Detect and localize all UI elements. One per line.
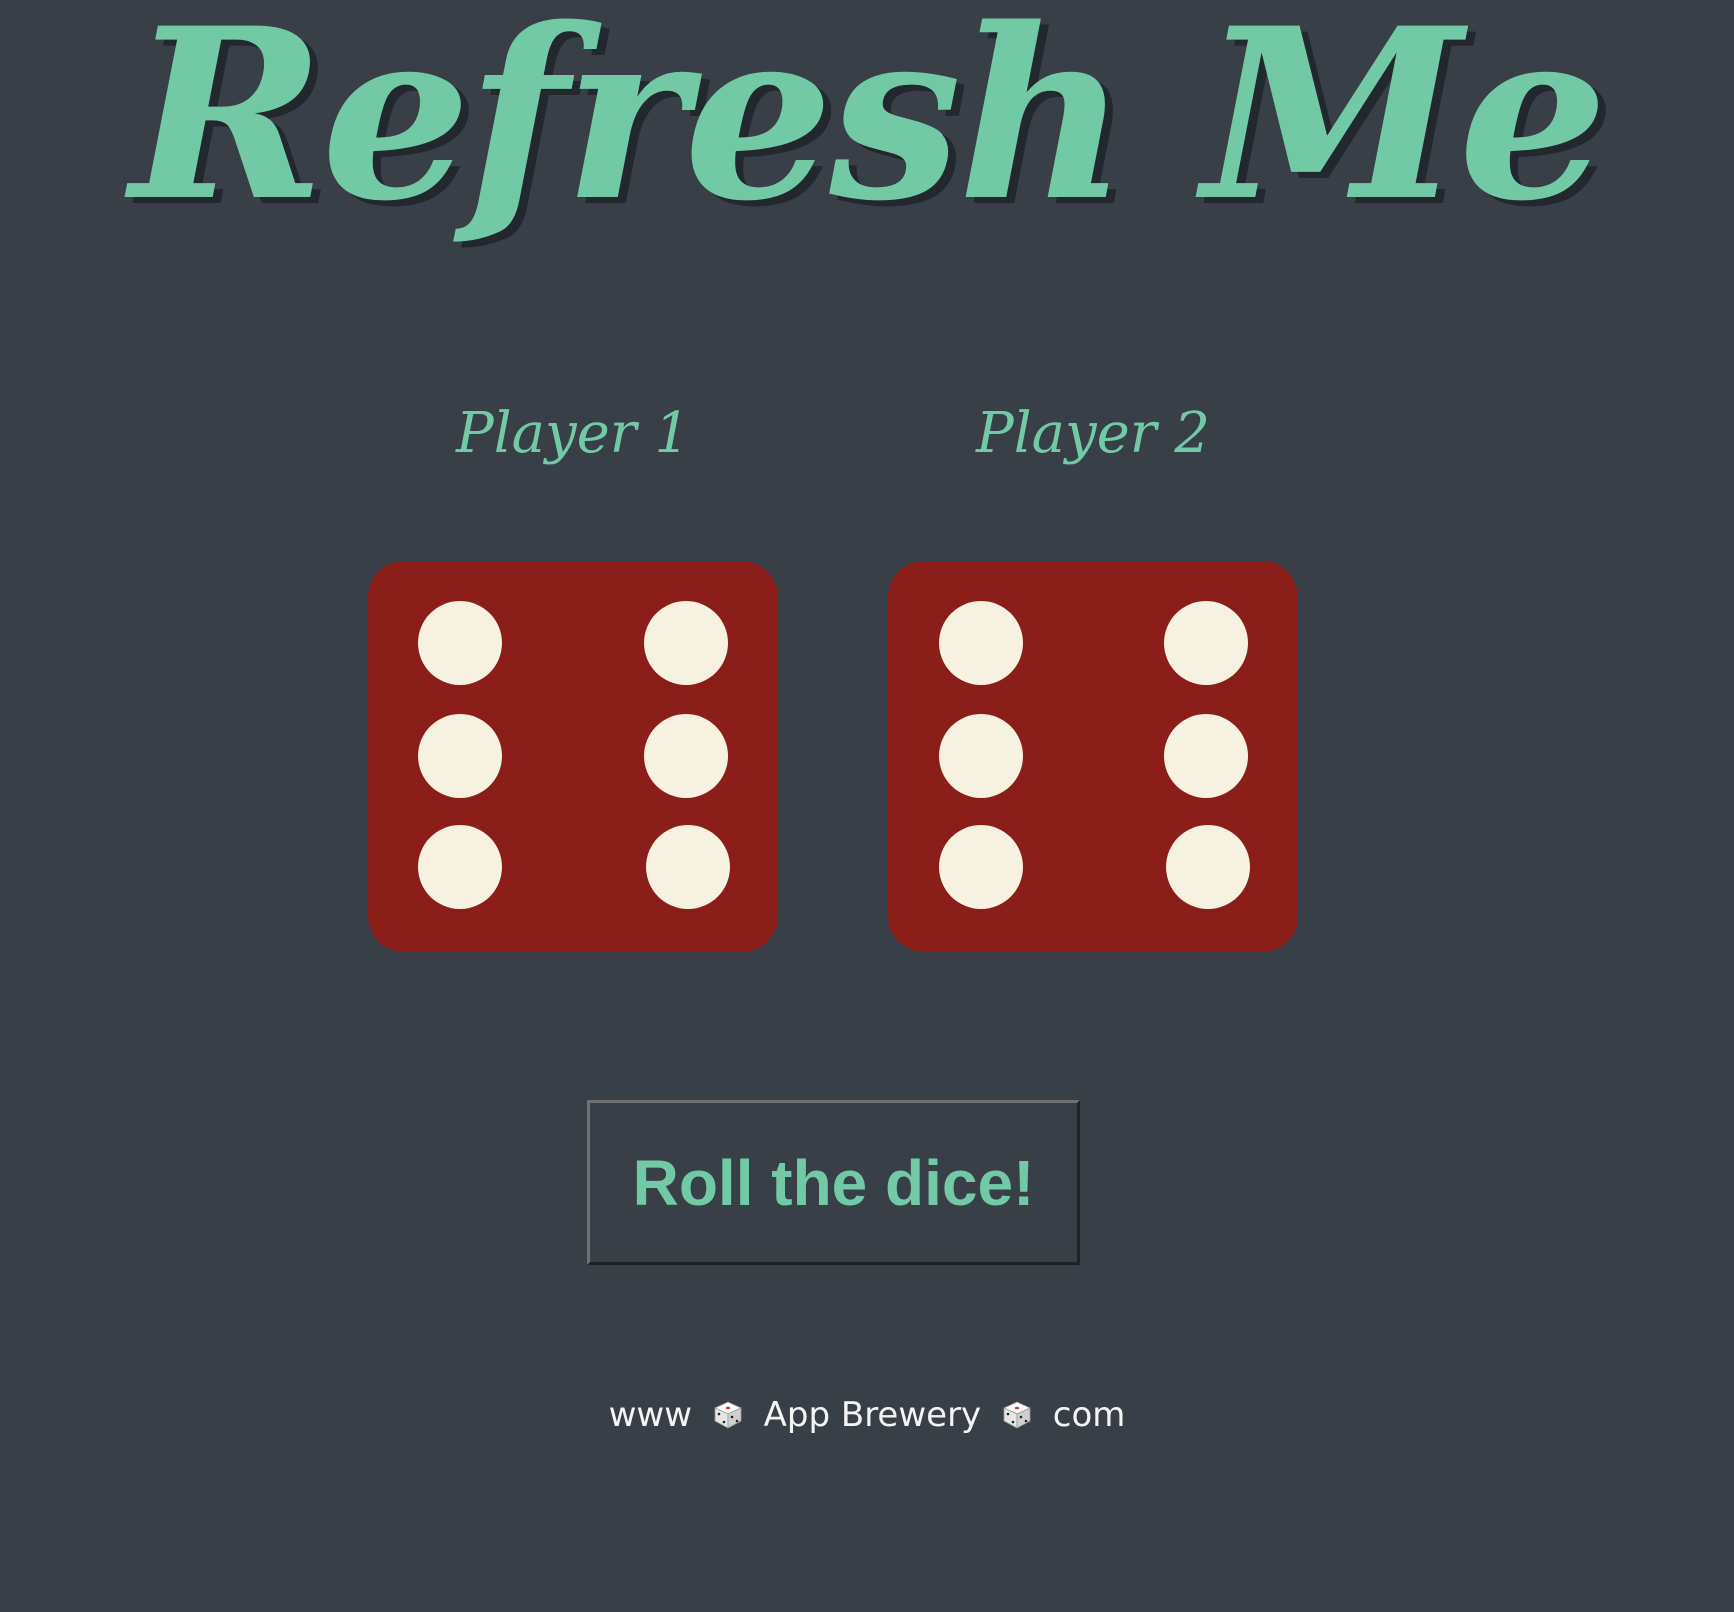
die-pip — [1166, 825, 1250, 909]
player-1-label: Player 1 — [456, 401, 690, 466]
die-pip — [939, 714, 1023, 798]
dice-icon — [1002, 1399, 1032, 1429]
player-1-panel: Player 1 — [368, 400, 778, 467]
die-pip — [418, 714, 502, 798]
die-pip — [1164, 601, 1248, 685]
die-pip — [939, 825, 1023, 909]
player-2-panel: Player 2 — [888, 400, 1298, 467]
die-pip — [1164, 714, 1248, 798]
roll-dice-button[interactable]: Roll the dice! — [587, 1100, 1080, 1265]
footer-suffix: com — [1052, 1395, 1126, 1435]
die-pip — [644, 601, 728, 685]
dice-icon — [713, 1399, 743, 1429]
player-2-label: Player 2 — [976, 401, 1210, 466]
footer-brand: App Brewery — [763, 1395, 982, 1435]
player-2-die — [888, 561, 1298, 952]
die-pip — [418, 601, 502, 685]
footer: www App Brewery com — [0, 1395, 1734, 1435]
page-title: Refresh Me — [130, 0, 1608, 253]
die-pip — [644, 714, 728, 798]
die-pip — [939, 601, 1023, 685]
die-pip — [646, 825, 730, 909]
die-pip — [418, 825, 502, 909]
player-1-die — [368, 561, 778, 952]
footer-prefix: www — [608, 1395, 693, 1435]
